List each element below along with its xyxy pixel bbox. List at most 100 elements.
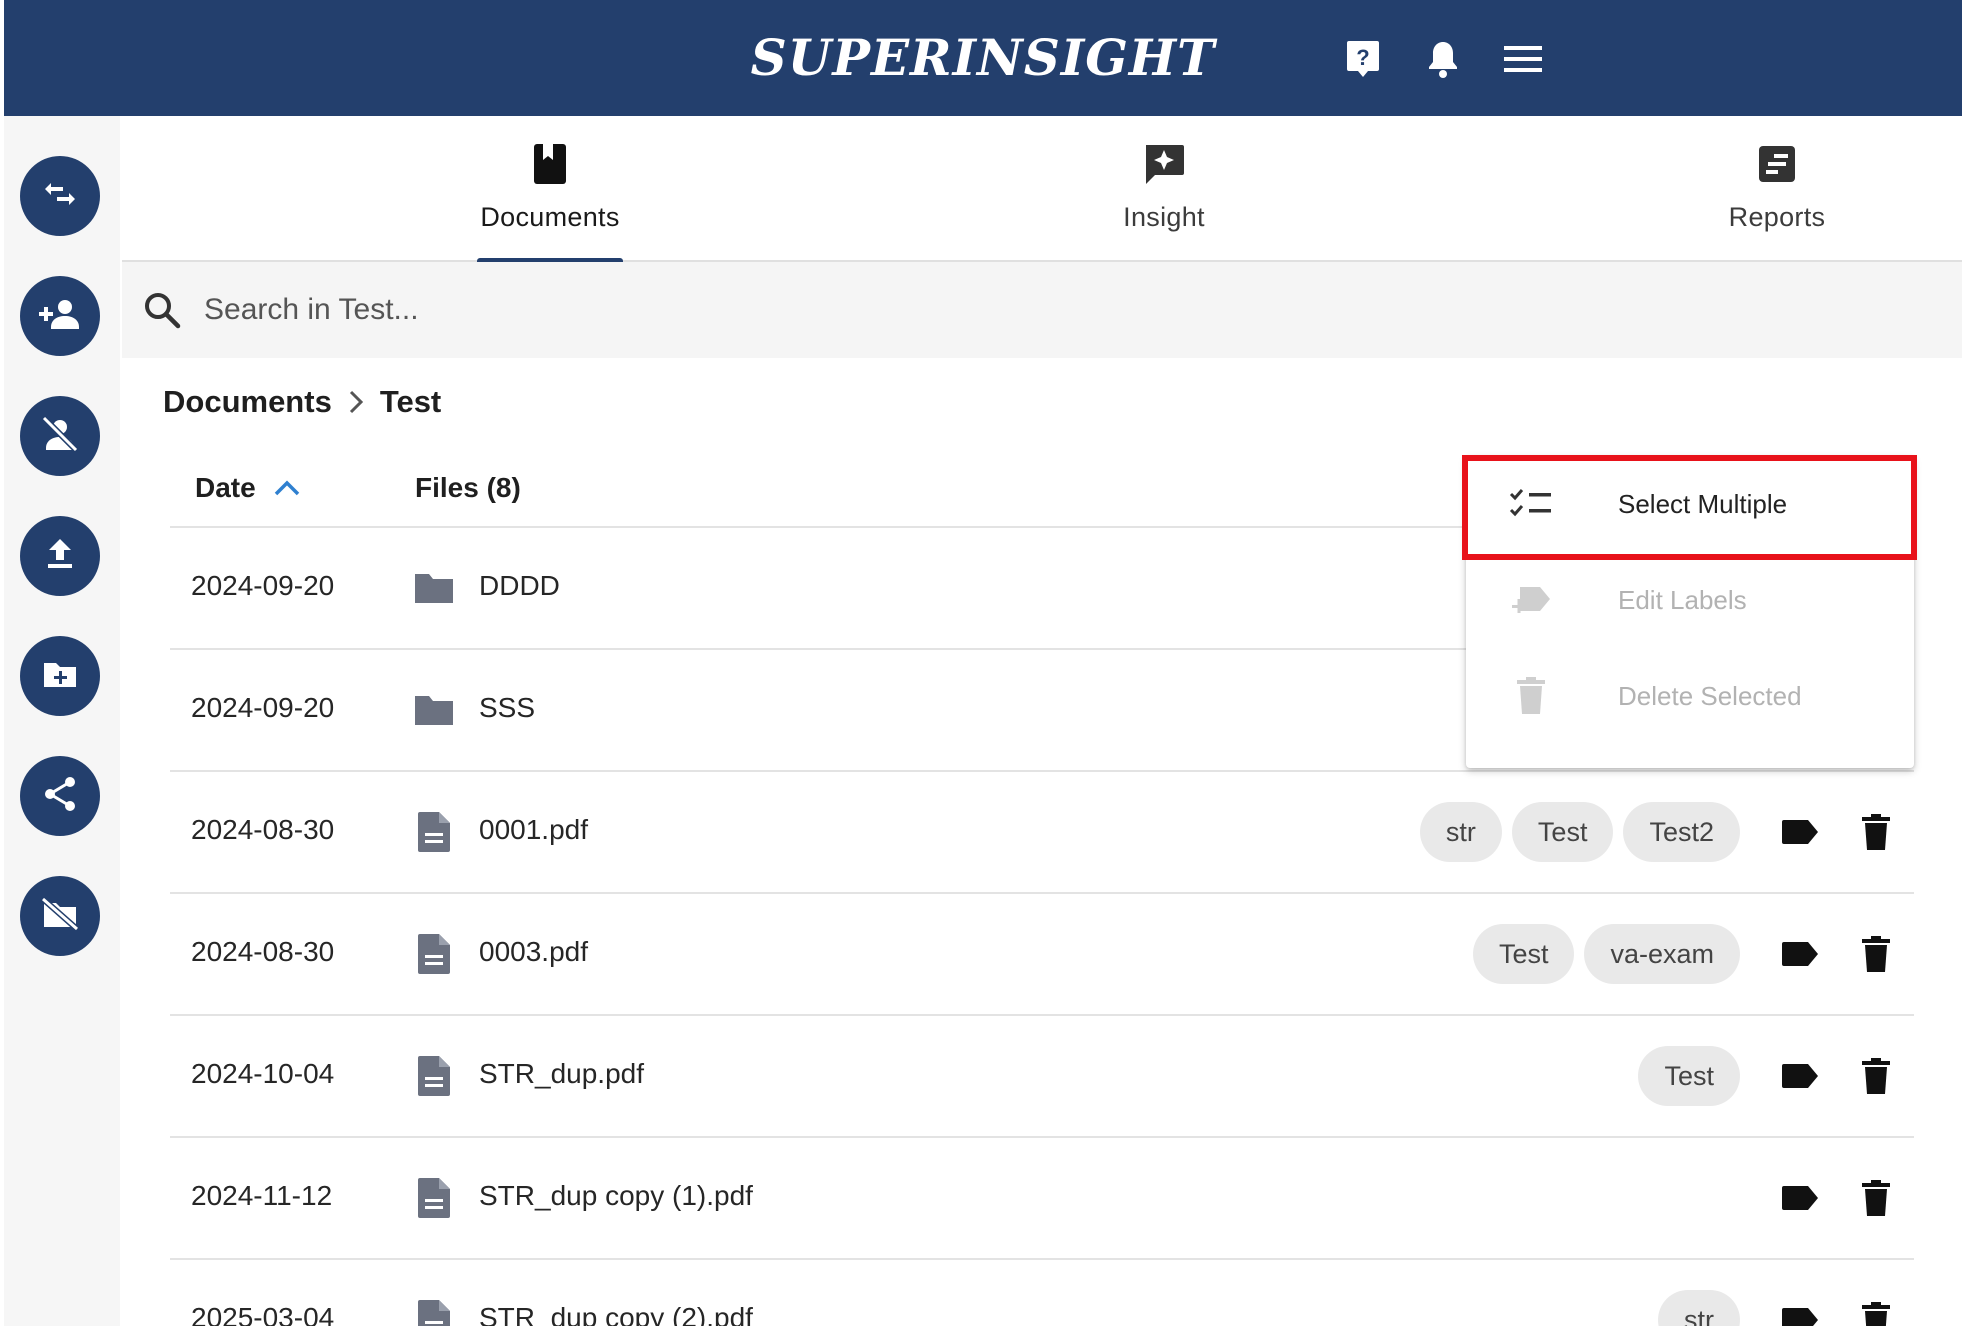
row-date: 2024-08-30 — [191, 814, 335, 845]
folder-icon — [413, 688, 455, 732]
row-name[interactable]: STR_dup copy (2).pdf — [479, 1302, 753, 1326]
row-actions: Test va-exam — [1463, 924, 1914, 984]
file-icon — [413, 1054, 455, 1098]
report-icon — [1758, 142, 1796, 186]
no-folder-icon — [41, 896, 79, 936]
folder-add-icon — [42, 659, 78, 694]
delete-icon[interactable] — [1856, 1056, 1896, 1096]
remove-user-button[interactable] — [20, 396, 100, 476]
label-chip[interactable]: va-exam — [1584, 924, 1740, 984]
table-row[interactable]: 2024-10-04 STR_dup.pdf Test — [170, 1016, 1914, 1138]
row-actions: str Test Test2 — [1410, 802, 1914, 862]
trash-icon — [1506, 673, 1556, 719]
breadcrumb-current: Test — [379, 384, 442, 419]
tab-insight[interactable]: Insight — [964, 116, 1364, 262]
table-row[interactable]: 2024-11-12 STR_dup copy (1).pdf — [170, 1138, 1914, 1260]
svg-text:?: ? — [1356, 45, 1369, 70]
delete-icon[interactable] — [1856, 1300, 1896, 1326]
label-icon[interactable] — [1778, 934, 1822, 974]
menu-icon[interactable] — [1498, 34, 1548, 84]
search-bar — [122, 262, 1962, 358]
sparkle-chat-icon — [1143, 142, 1185, 186]
file-icon — [413, 1176, 455, 1220]
label-chip[interactable]: Test2 — [1623, 802, 1740, 862]
checklist-icon — [1506, 481, 1556, 527]
breadcrumb-root[interactable]: Documents — [163, 384, 332, 420]
label-add-icon — [1506, 577, 1556, 623]
date-sort-header[interactable]: Date — [195, 472, 300, 504]
folder-icon — [413, 566, 455, 610]
label-icon[interactable] — [1778, 1056, 1822, 1096]
book-icon — [533, 142, 567, 186]
table-row[interactable]: 2024-08-30 0003.pdf Test va-exam — [170, 894, 1914, 1016]
add-user-button[interactable] — [20, 276, 100, 356]
row-date: 2024-10-04 — [191, 1058, 335, 1089]
tab-reports[interactable]: Reports — [1577, 116, 1962, 262]
row-actions: str — [1648, 1290, 1914, 1326]
label-chip[interactable]: str — [1419, 802, 1502, 862]
row-date: 2024-11-12 — [191, 1180, 333, 1211]
new-folder-button[interactable] — [20, 636, 100, 716]
row-name[interactable]: 0001.pdf — [479, 814, 588, 846]
delete-selected-menu-item[interactable]: Delete Selected — [1466, 648, 1914, 744]
row-date: 2025-03-04 — [191, 1302, 335, 1326]
label-icon[interactable] — [1778, 1300, 1822, 1326]
menu-item-label: Edit Labels — [1618, 584, 1747, 615]
label-chip[interactable]: str — [1658, 1290, 1740, 1326]
menu-item-label: Delete Selected — [1618, 680, 1802, 711]
search-icon — [142, 290, 182, 330]
person-add-icon — [38, 297, 82, 336]
file-icon — [413, 932, 455, 976]
label-chip[interactable]: Test — [1638, 1046, 1740, 1106]
row-name[interactable]: SSS — [479, 692, 535, 724]
date-header-label: Date — [195, 472, 256, 503]
help-icon[interactable]: ? — [1338, 34, 1388, 84]
tab-label: Documents — [480, 202, 620, 232]
upload-icon — [45, 537, 75, 576]
row-name[interactable]: DDDD — [479, 570, 560, 602]
chevron-up-icon — [274, 480, 300, 496]
row-date: 2024-09-20 — [191, 692, 335, 723]
table-row[interactable]: 2024-08-30 0001.pdf str Test Test2 — [170, 772, 1914, 894]
label-chip[interactable]: Test — [1472, 924, 1575, 984]
app-header: SUPERINSIGHT ? — [4, 0, 1962, 116]
tab-bar: Documents Insight Reports — [122, 116, 1962, 264]
brand-logo[interactable]: SUPERINSIGHT — [4, 28, 1962, 87]
share-icon — [43, 776, 77, 817]
delete-icon[interactable] — [1856, 934, 1896, 974]
table-row[interactable]: 2025-03-04 STR_dup copy (2).pdf str — [170, 1260, 1914, 1326]
left-sidebar — [4, 116, 120, 1326]
file-icon — [413, 1298, 455, 1326]
delete-icon[interactable] — [1856, 812, 1896, 852]
row-name[interactable]: STR_dup copy (1).pdf — [479, 1180, 753, 1212]
label-chip[interactable]: Test — [1511, 802, 1614, 862]
share-button[interactable] — [20, 756, 100, 836]
files-header: Files (8) — [415, 472, 521, 503]
row-name[interactable]: STR_dup.pdf — [479, 1058, 644, 1090]
person-off-icon — [40, 415, 80, 457]
swap-button[interactable] — [20, 156, 100, 236]
upload-button[interactable] — [20, 516, 100, 596]
menu-item-label: Select Multiple — [1618, 488, 1788, 519]
tab-label: Insight — [1123, 202, 1205, 232]
unshare-folder-button[interactable] — [20, 876, 100, 956]
breadcrumb: Documents Test — [163, 382, 441, 422]
select-multiple-menu-item[interactable]: Select Multiple — [1466, 456, 1914, 552]
row-date: 2024-09-20 — [191, 570, 335, 601]
actions-menu: Select Multiple Edit Labels Delete Selec… — [1466, 456, 1914, 768]
row-date: 2024-08-30 — [191, 936, 335, 967]
chevron-right-icon — [348, 389, 364, 415]
swap-icon — [43, 179, 77, 214]
edit-labels-menu-item[interactable]: Edit Labels — [1466, 552, 1914, 648]
row-name[interactable]: 0003.pdf — [479, 936, 588, 968]
tab-label: Reports — [1728, 202, 1826, 232]
row-actions: Test — [1628, 1046, 1914, 1106]
label-icon[interactable] — [1778, 1178, 1822, 1218]
row-actions — [1740, 1168, 1914, 1228]
delete-icon[interactable] — [1856, 1178, 1896, 1218]
label-icon[interactable] — [1778, 812, 1822, 852]
file-icon — [413, 810, 455, 854]
tab-documents[interactable]: Documents — [350, 116, 750, 264]
search-input[interactable] — [204, 293, 1804, 327]
bell-icon[interactable] — [1418, 34, 1468, 84]
